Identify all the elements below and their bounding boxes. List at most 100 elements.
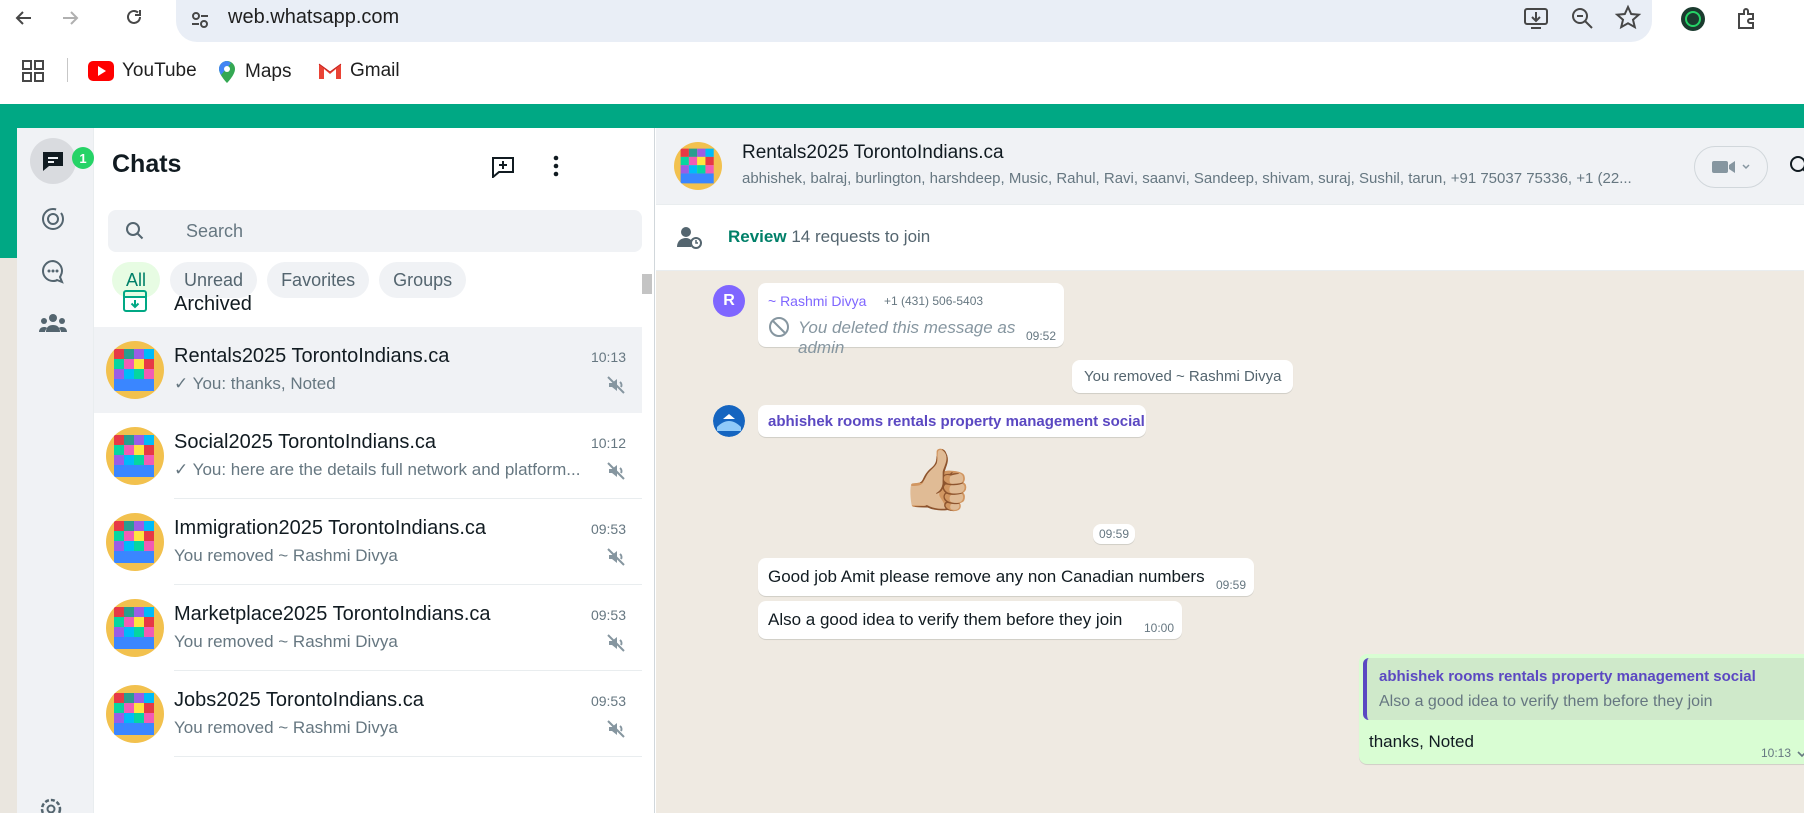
message-text: Good job Amit please remove any non Cana… [768,567,1205,586]
rail-chats-button[interactable]: 1 [30,138,94,184]
chat-name: Jobs2025 TorontoIndians.ca [174,689,424,711]
conversation-header[interactable]: Rentals2025 TorontoIndians.ca abhishek, … [656,128,1804,205]
chat-name: Social2025 TorontoIndians.ca [174,431,437,453]
add-person-icon [677,227,702,249]
rail-channels-button[interactable] [30,248,76,294]
deleted-message-bubble[interactable]: ~ Rashmi Divya +1 (431) 506-5403 You del… [758,283,1064,357]
message-bubble[interactable]: Good job Amit please remove any non Cana… [758,558,1254,596]
archived-row[interactable]: Archived [94,280,642,332]
arrow-left-icon [15,11,31,25]
sender-avatar[interactable]: R [713,285,745,317]
muted-icon [607,462,625,480]
page-background [0,258,17,813]
sender-avatar[interactable] [713,405,745,437]
maps-pin-icon [219,61,235,83]
unread-badge: 1 [72,147,94,169]
chat-name: Immigration2025 TorontoIndians.ca [174,517,487,539]
message-bubble[interactable]: Also a good idea to verify them before t… [758,601,1182,639]
chat-time: 10:12 [590,435,626,451]
rail-communities-button[interactable] [30,300,76,346]
zoom-icon[interactable] [1568,4,1596,37]
whatsapp-header-strip [0,104,1804,128]
chat-time: 10:13 [590,349,626,365]
outgoing-reply-bubble[interactable]: abhishek rooms rentals property manageme… [1359,654,1804,764]
reload-icon [127,9,141,24]
chat-row[interactable]: Immigration2025 TorontoIndians.ca 09:53 … [94,499,642,585]
muted-icon [607,634,625,652]
message-time: 10:00 [1143,621,1174,635]
sent-check-icon [1797,751,1804,758]
navigation-rail: 1 [17,128,94,813]
bookmarks-separator [67,58,68,82]
conversation-panel: Rentals2025 TorontoIndians.ca abhishek, … [656,128,1804,813]
install-app-icon[interactable] [1522,4,1550,37]
chat-row[interactable]: Social2025 TorontoIndians.ca 10:12 ✓ You… [94,413,642,499]
system-message: You removed ~ Rashmi Divya [1072,360,1294,393]
group-name: Rentals2025 TorontoIndians.ca [742,142,1004,163]
message-time: 10:13 [1760,746,1791,760]
group-avatar [106,341,164,399]
apps-grid-icon[interactable] [22,60,44,82]
chat-time: 09:53 [590,521,626,537]
review-link[interactable]: Review [728,227,787,246]
bookmark-youtube[interactable]: YouTube [88,60,197,82]
chat-preview: You removed ~ Rashmi Divya [174,632,398,651]
status-icon [42,208,64,230]
muted-icon [607,548,625,566]
group-avatar [106,513,164,571]
chat-row[interactable]: Jobs2025 TorontoIndians.ca 09:53 You rem… [94,671,642,757]
forward-button[interactable] [56,4,84,32]
group-avatar [674,142,722,190]
chat-preview: ✓ You: here are the details full network… [174,460,581,479]
sender-name[interactable]: abhishek rooms rentals property manageme… [768,413,1145,430]
whatsapp-extension-icon[interactable] [1678,4,1708,34]
rail-status-button[interactable] [30,196,76,242]
deleted-text: You deleted this message as admin [798,318,1016,357]
muted-icon [607,720,625,738]
settings-gear-icon[interactable] [38,796,64,813]
deleted-icon [769,317,789,337]
chat-list-scrollbar[interactable] [642,274,652,294]
bookmark-gmail[interactable]: Gmail [318,60,400,82]
sticker-time: 09:59 [1093,524,1136,544]
whatsapp-app: 1 Chats All Unread Favorites Groups [17,128,1804,813]
reload-button[interactable] [120,4,148,32]
search-icon [126,222,144,240]
site-settings-icon[interactable] [188,8,212,32]
archive-icon [123,290,147,312]
message-text: thanks, Noted [1369,732,1474,751]
chat-row[interactable]: Rentals2025 TorontoIndians.ca 10:13 ✓ Yo… [94,327,642,413]
message-area[interactable]: R ~ Rashmi Divya +1 (431) 506-5403 You d… [656,271,1804,813]
chat-search-box[interactable] [108,210,642,252]
chat-row[interactable]: Marketplace2025 TorontoIndians.ca 09:53 … [94,585,642,671]
chat-list-title: Chats [112,150,182,178]
thumbs-up-sticker[interactable]: 👍🏼 [900,445,975,515]
communities-icon [39,314,67,332]
chat-list-menu-button[interactable] [540,150,572,182]
bookmark-maps[interactable]: Maps [217,60,291,84]
join-requests-bar[interactable]: Review 14 requests to join [656,205,1804,271]
group-members: abhishek, balraj, burlington, harshdeep,… [742,170,1632,187]
chat-list-panel: Chats All Unread Favorites Groups Archiv… [94,128,655,813]
quoted-message[interactable]: abhishek rooms rentals property manageme… [1363,658,1804,720]
chat-preview: ✓ You: thanks, Noted [174,374,336,393]
sender-phone: +1 (431) 506-5403 [884,294,984,308]
message-text: Also a good idea to verify them before t… [768,610,1123,629]
new-chat-button[interactable] [487,150,519,182]
search-input[interactable] [186,219,606,243]
archived-label: Archived [174,293,252,315]
bookmark-gmail-label: Gmail [350,60,400,81]
gmail-icon [318,63,342,79]
chat-time: 09:53 [590,693,626,709]
back-button[interactable] [10,4,38,32]
url-text: web.whatsapp.com [228,6,400,28]
chat-name: Marketplace2025 TorontoIndians.ca [174,603,491,625]
search-icon[interactable] [1788,154,1804,178]
message-time: 09:52 [1025,329,1056,343]
address-bar[interactable]: web.whatsapp.com [176,0,1652,42]
sender-name[interactable]: ~ Rashmi Divya [768,293,866,309]
video-call-button[interactable] [1694,146,1768,188]
extensions-icon[interactable] [1732,4,1762,34]
muted-icon [607,376,625,394]
bookmark-star-icon[interactable] [1614,4,1642,37]
